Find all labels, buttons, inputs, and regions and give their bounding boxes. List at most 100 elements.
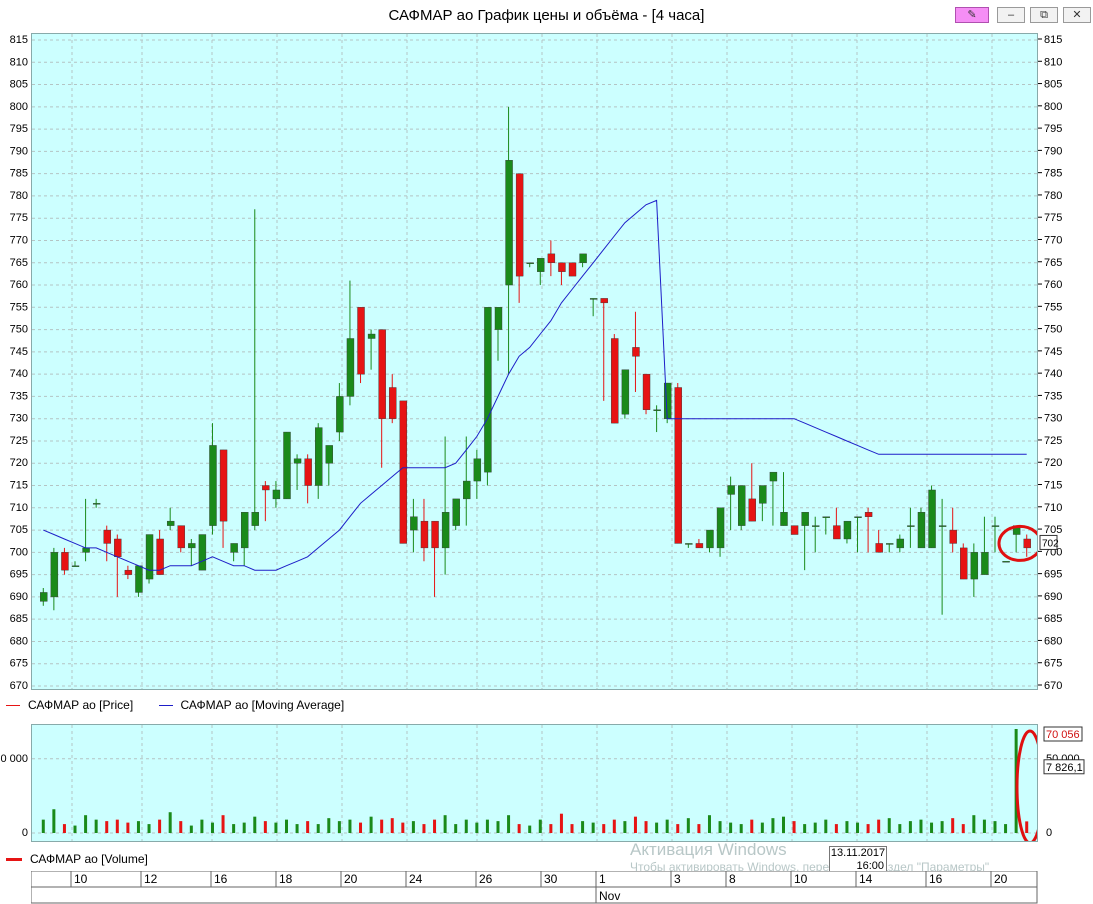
volume-bar [570, 824, 574, 833]
volume-bar [908, 821, 912, 833]
volume-bar [591, 822, 595, 833]
candle-body [949, 529, 957, 544]
price-axis-label: 675 [1044, 658, 1062, 670]
price-axis-label: 710 [1044, 502, 1062, 514]
volume-bar [961, 824, 965, 833]
moving-average-line [43, 199, 1027, 571]
close-button[interactable]: ✕ [1063, 7, 1091, 23]
minimize-button[interactable]: – [997, 7, 1025, 23]
candle-body [801, 512, 809, 526]
candle-body [1002, 561, 1010, 563]
volume-bar [538, 819, 542, 833]
price-axis-label: 690 [10, 591, 28, 603]
volume-bar [623, 821, 627, 833]
candle-body [716, 507, 725, 549]
candle-body [367, 333, 376, 339]
volume-bar [686, 818, 690, 833]
price-axis-label: 805 [1044, 79, 1062, 91]
volume-chart-panel[interactable] [31, 724, 1038, 842]
volume-bar [856, 822, 860, 833]
price-axis-label: 725 [10, 435, 28, 447]
candle-body [114, 538, 122, 557]
candle-body [526, 262, 534, 264]
candle-body [103, 529, 111, 544]
volume-bar [253, 816, 257, 833]
candle-body [505, 160, 513, 286]
candle-body [1023, 538, 1031, 549]
volume-bar [951, 818, 955, 833]
candle-body [378, 329, 386, 419]
volume-bar [147, 824, 151, 833]
price-axis-label: 745 [1044, 346, 1062, 358]
volume-bar [993, 821, 997, 833]
candle-body [272, 489, 281, 500]
chart-legend: САФМАР ао [Price] САФМАР ао [Moving Aver… [0, 698, 344, 712]
volume-axis-label: 0 [1046, 827, 1052, 839]
restore-button[interactable]: ⧉ [1030, 7, 1058, 23]
volume-bar [337, 821, 341, 833]
price-axis-label: 675 [10, 658, 28, 670]
candle-body [632, 347, 640, 357]
candle-body [833, 525, 841, 540]
price-chart-panel[interactable] [31, 33, 1038, 690]
volume-bar [655, 822, 659, 833]
candle-body [685, 543, 693, 545]
volume-bar [581, 821, 585, 833]
volume-bar [401, 822, 405, 833]
current-price-label: 702 [1042, 538, 1059, 549]
candle-body [61, 552, 69, 571]
volume-bar [263, 821, 267, 833]
candle-body [399, 400, 408, 544]
volume-bar [782, 816, 785, 833]
candle-body [981, 552, 989, 575]
volume-chart [32, 725, 1037, 841]
volume-bar [813, 822, 817, 833]
volume-bar [750, 819, 754, 833]
time-axis-label: 20 [994, 872, 1008, 886]
candle-body [991, 525, 1000, 527]
price-axis-label: 790 [10, 145, 28, 157]
candle-body [854, 516, 862, 518]
price-axis-label: 705 [1044, 524, 1062, 536]
candle-body [124, 569, 133, 575]
time-axis: 10 12 16 18 20 24 26 30 1 3 8 10 14 16 20 Nov [31, 871, 1038, 904]
candle-body [547, 253, 556, 263]
volume-axis-label: 0 000 [0, 753, 28, 765]
candle-body [515, 173, 524, 277]
volume-bar [295, 824, 299, 833]
volume-bar [306, 821, 310, 833]
price-axis-label: 760 [10, 279, 28, 291]
candle-body [82, 547, 90, 553]
price-axis-label: 770 [1044, 234, 1062, 246]
volume-bar [485, 819, 489, 833]
price-axis-label: 720 [1044, 457, 1062, 469]
time-axis-label: 20 [344, 872, 358, 886]
volume-bar [189, 825, 193, 833]
pin-button[interactable]: ✎ [955, 7, 989, 23]
candle-body [917, 512, 926, 549]
volume-bar [739, 824, 743, 833]
candle-body [410, 516, 418, 531]
price-axis-label: 680 [10, 635, 28, 647]
candle-body [970, 552, 979, 580]
time-axis-label: 18 [279, 872, 293, 886]
price-axis-label: 680 [1044, 635, 1062, 647]
candle-body [251, 512, 259, 526]
price-axis-label: 700 [10, 546, 28, 558]
candle-body [896, 538, 905, 549]
volume-bar [348, 819, 352, 833]
candle-body [441, 512, 450, 549]
volume-bar [665, 819, 669, 833]
price-axis-label: 670 [10, 680, 28, 692]
price-axis-label: 690 [1044, 591, 1062, 603]
price-axis-label: 755 [10, 301, 28, 313]
candle-body [346, 338, 355, 397]
volume-bar [559, 813, 563, 833]
candle-body [642, 373, 651, 410]
volume-bar [919, 819, 923, 833]
candle-body [695, 543, 704, 549]
candle-body [706, 529, 714, 549]
price-axis-label: 815 [1044, 34, 1062, 46]
volume-bar [834, 824, 838, 833]
time-axis-label: 26 [479, 872, 493, 886]
